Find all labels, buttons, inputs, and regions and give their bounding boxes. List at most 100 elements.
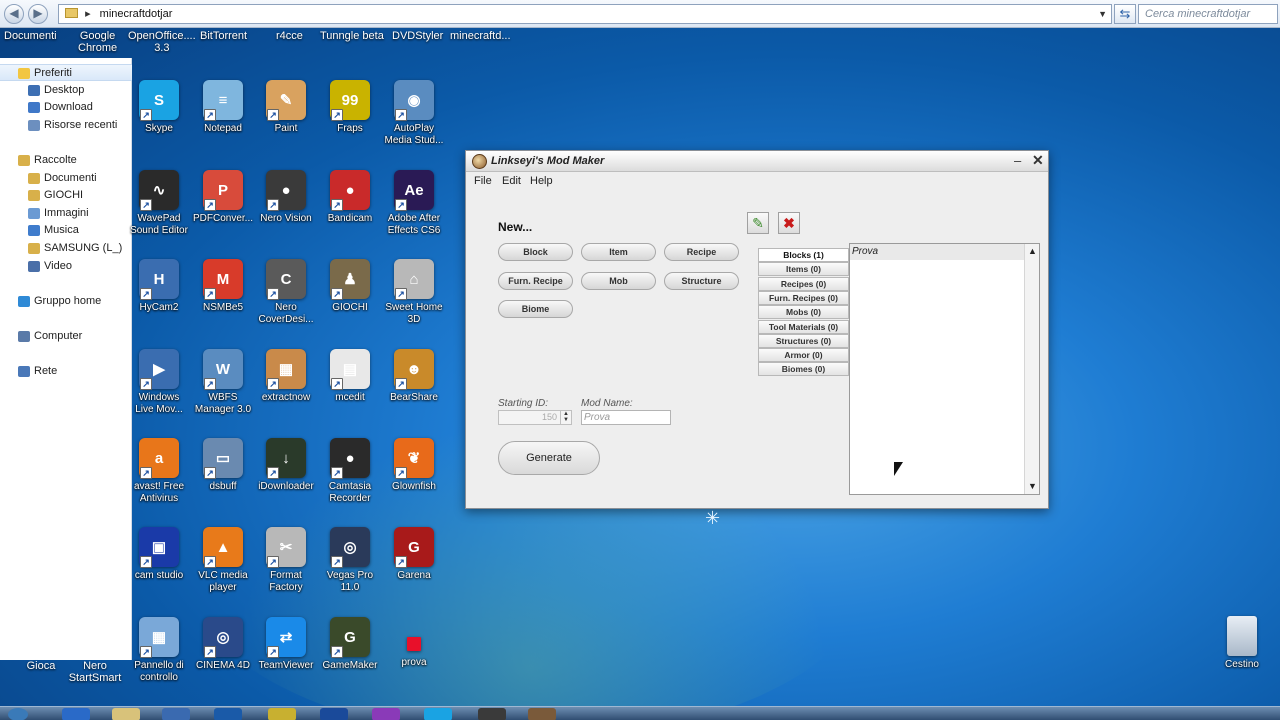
category-tab[interactable]: Structures (0) [758,333,849,348]
element-list[interactable]: Prova ▲ ▼ [849,243,1040,495]
menu-help[interactable]: Help [530,175,553,187]
desktop-icon[interactable]: 99 ↗ Fraps [313,80,387,135]
favorites-bar-item[interactable]: Tunngle beta [320,30,384,42]
category-tab[interactable]: Armor (0) [758,348,849,363]
refresh-button[interactable]: ⇆ [1114,4,1136,24]
chevron-down-icon[interactable]: ▼ [1098,5,1107,23]
new-item-button[interactable]: Item [581,243,656,261]
media-player-icon[interactable] [162,708,190,720]
steam-icon[interactable] [478,708,506,720]
desktop-icon[interactable]: G ↗ GameMaker [313,617,387,672]
nav-item[interactable]: Video [0,258,132,275]
favorites-bar-item[interactable]: DVDStyler [392,30,443,42]
desktop-icon[interactable]: a ↗ avast! Free Antivirus [122,438,196,505]
desktop-icon[interactable]: G ↗ Garena [377,527,451,582]
desktop-icon-label[interactable]: Nero StartSmart [58,660,132,684]
forward-button[interactable]: ▶ [28,4,48,24]
desktop-icon[interactable]: ✎ ↗ Paint [249,80,323,135]
nav-item[interactable]: Computer [0,328,132,345]
desktop-icon[interactable]: ▶ ↗ Windows Live Mov... [122,349,196,416]
category-tab[interactable]: Blocks (1) [758,248,849,262]
nav-item[interactable]: Musica [0,222,132,239]
category-tab[interactable]: Furn. Recipes (0) [758,290,849,305]
new-structure-button[interactable]: Structure [664,272,739,290]
category-tab[interactable]: Recipes (0) [758,276,849,291]
minecraft-icon[interactable] [528,708,556,720]
nero-icon[interactable] [268,708,296,720]
desktop-icon[interactable]: ▣ ↗ cam studio [122,527,196,582]
minimize-button[interactable]: – [1014,153,1021,168]
nav-item[interactable]: Immagini [0,205,132,222]
new-furnace-recipe-button[interactable]: Furn. Recipe [498,272,573,290]
back-button[interactable]: ◀ [4,4,24,24]
desktop-icon[interactable]: ♟ ↗ GIOCHI [313,259,387,314]
nav-item[interactable]: Documenti [0,170,132,187]
nav-item[interactable]: Risorse recenti [0,117,132,134]
desktop-icon[interactable]: Ae ↗ Adobe After Effects CS6 [377,170,451,237]
hp-icon[interactable] [214,708,242,720]
desktop-icon[interactable]: ▦ ↗ Pannello di controllo [122,617,196,684]
new-mob-button[interactable]: Mob [581,272,656,290]
desktop-icon[interactable]: ◉ ↗ AutoPlay Media Stud... [377,80,451,147]
starting-id-spinner[interactable]: 150 ▲ ▼ [498,410,572,425]
category-tab[interactable]: Items (0) [758,262,849,277]
desktop-icon[interactable]: ❦ ↗ Glownfish [377,438,451,493]
desktop-icon-recycle-bin[interactable]: Cestino [1205,616,1279,671]
desktop-icon[interactable]: ▤ ↗ mcedit [313,349,387,404]
desktop-icon[interactable]: ◎ ↗ Vegas Pro 11.0 [313,527,387,594]
category-tab[interactable]: Tool Materials (0) [758,319,849,334]
favorites-bar-item[interactable]: r4cce [276,30,303,42]
close-button[interactable]: ✕ [1032,152,1044,169]
nav-item[interactable]: SAMSUNG (L_) [0,240,132,257]
desktop-icon[interactable]: ∿ ↗ WavePad Sound Editor [122,170,196,237]
skype-icon[interactable] [424,708,452,720]
nav-item[interactable]: GIOCHI [0,187,132,204]
explorer-icon[interactable] [112,708,140,720]
new-biome-button[interactable]: Biome [498,300,573,318]
favorites-bar-item[interactable]: minecraftd... [450,30,511,42]
scroll-down-icon[interactable]: ▼ [1025,479,1040,494]
generate-button[interactable]: Generate [498,441,600,475]
spinner-arrows-icon[interactable]: ▲ ▼ [560,411,571,424]
favorites-bar-item[interactable]: Documenti [4,30,57,42]
desktop-icon[interactable]: ● ↗ Nero Vision [249,170,323,225]
title-bar[interactable]: Linkseyi's Mod Maker – ✕ [466,151,1048,172]
edit-button[interactable]: ✎ [747,212,769,234]
category-tab[interactable]: Biomes (0) [758,362,849,377]
new-recipe-button[interactable]: Recipe [664,243,739,261]
nav-item[interactable]: Raccolte [0,152,132,169]
desktop-icon[interactable]: ⌂ ↗ Sweet Home 3D [377,259,451,326]
desktop-icon[interactable]: S ↗ Skype [122,80,196,135]
nav-item[interactable]: Preferiti [0,64,132,81]
address-bar[interactable]: ▸ minecraftdotjar ▼ [58,4,1112,24]
favorites-bar-item[interactable]: BitTorrent [200,30,247,42]
delete-button[interactable]: ✖ [778,212,800,234]
favorites-bar-item[interactable]: Google Chrome [78,30,117,54]
menu-edit[interactable]: Edit [502,175,521,187]
start-orb-icon[interactable] [8,708,28,720]
scroll-up-icon[interactable]: ▲ [1025,244,1040,259]
nav-item[interactable]: Download [0,99,132,116]
mod-name-field[interactable]: Prova [581,410,671,425]
browser-icon[interactable] [372,708,400,720]
bc-icon[interactable] [320,708,348,720]
desktop-icon[interactable]: ⇄ ↗ TeamViewer [249,617,323,672]
desktop-icon[interactable]: ✂ ↗ Format Factory [249,527,323,594]
desktop-icon[interactable]: ● ↗ Camtasia Recorder [313,438,387,505]
menu-file[interactable]: File [474,175,492,187]
scrollbar[interactable]: ▲ ▼ [1024,244,1039,494]
favorites-bar-item[interactable]: OpenOffice.... 3.3 [128,30,196,54]
list-item[interactable]: Prova [850,244,1024,260]
desktop-icon[interactable]: ☻ ↗ BearShare [377,349,451,404]
nav-item[interactable]: Rete [0,363,132,380]
desktop-icon[interactable]: ● ↗ Bandicam [313,170,387,225]
desktop-icon[interactable]: H ↗ HyCam2 [122,259,196,314]
nav-item[interactable]: Desktop [0,82,132,99]
desktop-icon[interactable]: C ↗ Nero CoverDesi... [249,259,323,326]
desktop-icon[interactable]: prova [377,617,451,669]
new-block-button[interactable]: Block [498,243,573,261]
category-tab[interactable]: Mobs (0) [758,305,849,320]
nav-item[interactable]: Gruppo home [0,293,132,310]
ie-icon[interactable] [62,708,90,720]
desktop-icon[interactable]: ▦ ↗ extractnow [249,349,323,404]
